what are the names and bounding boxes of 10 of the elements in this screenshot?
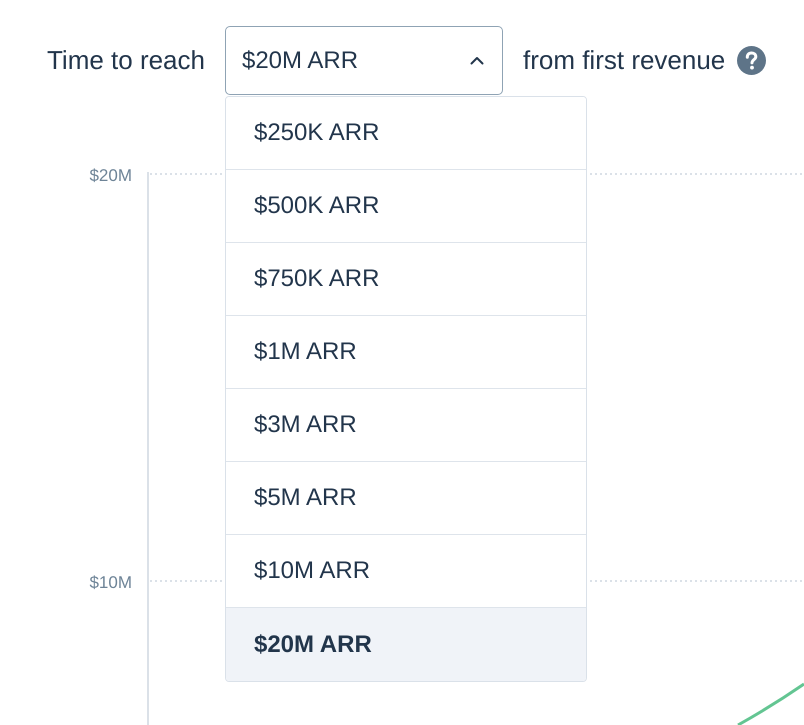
suffix-label: from first revenue xyxy=(522,44,726,77)
dropdown-option[interactable]: $20M ARR xyxy=(226,608,586,681)
prefix-label: Time to reach xyxy=(47,44,205,77)
dropdown-option[interactable]: $250K ARR xyxy=(226,97,586,170)
y-axis-label: $20M xyxy=(89,166,132,185)
y-axis-label: $10M xyxy=(89,573,132,592)
arr-select[interactable]: $20M ARR xyxy=(224,26,503,95)
chevron-up-icon xyxy=(470,56,484,65)
help-icon[interactable] xyxy=(737,46,766,75)
growth-line xyxy=(737,682,804,725)
